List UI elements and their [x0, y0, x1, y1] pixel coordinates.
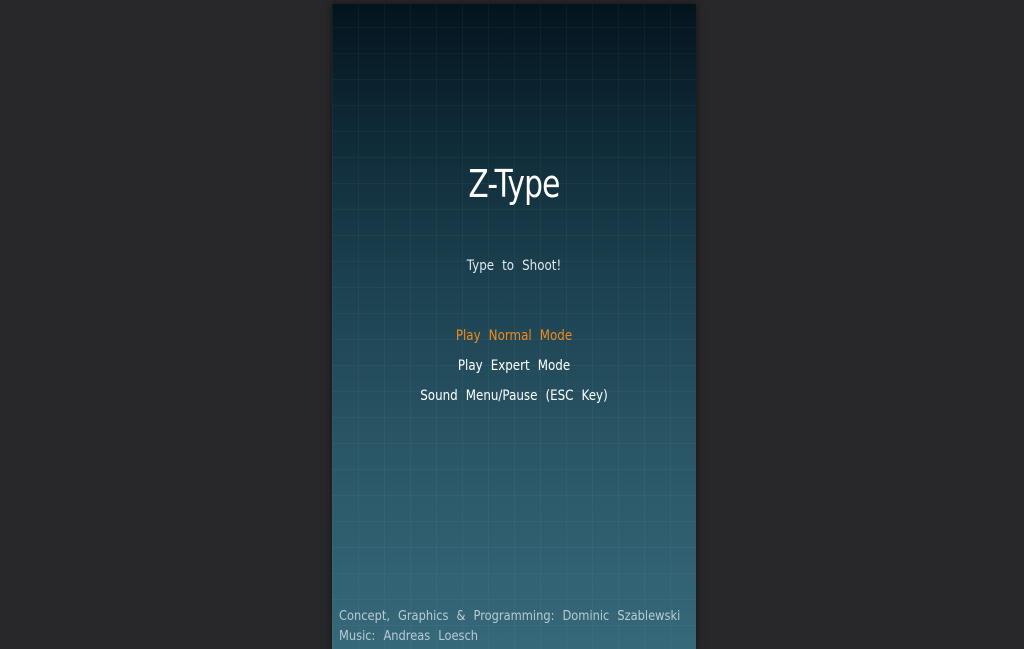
game-title: Z-Type [468, 162, 560, 206]
credits-line-music: Music: Andreas Loesch [339, 629, 478, 644]
menu-item-sound-pause[interactable]: Sound Menu/Pause (ESC Key) [359, 387, 668, 417]
credits: Concept, Graphics & Programming: Dominic… [339, 607, 680, 647]
game-subtitle: Type to Shoot! [466, 258, 562, 274]
main-menu: Play Normal Mode Play Expert Mode Sound … [332, 327, 696, 417]
game-canvas[interactable]: Z-Type Type to Shoot! Play Normal Mode P… [332, 4, 696, 649]
credits-line-programming: Concept, Graphics & Programming: Dominic… [339, 609, 681, 624]
menu-item-play-normal[interactable]: Play Normal Mode [359, 327, 668, 357]
menu-item-play-expert[interactable]: Play Expert Mode [359, 357, 668, 387]
